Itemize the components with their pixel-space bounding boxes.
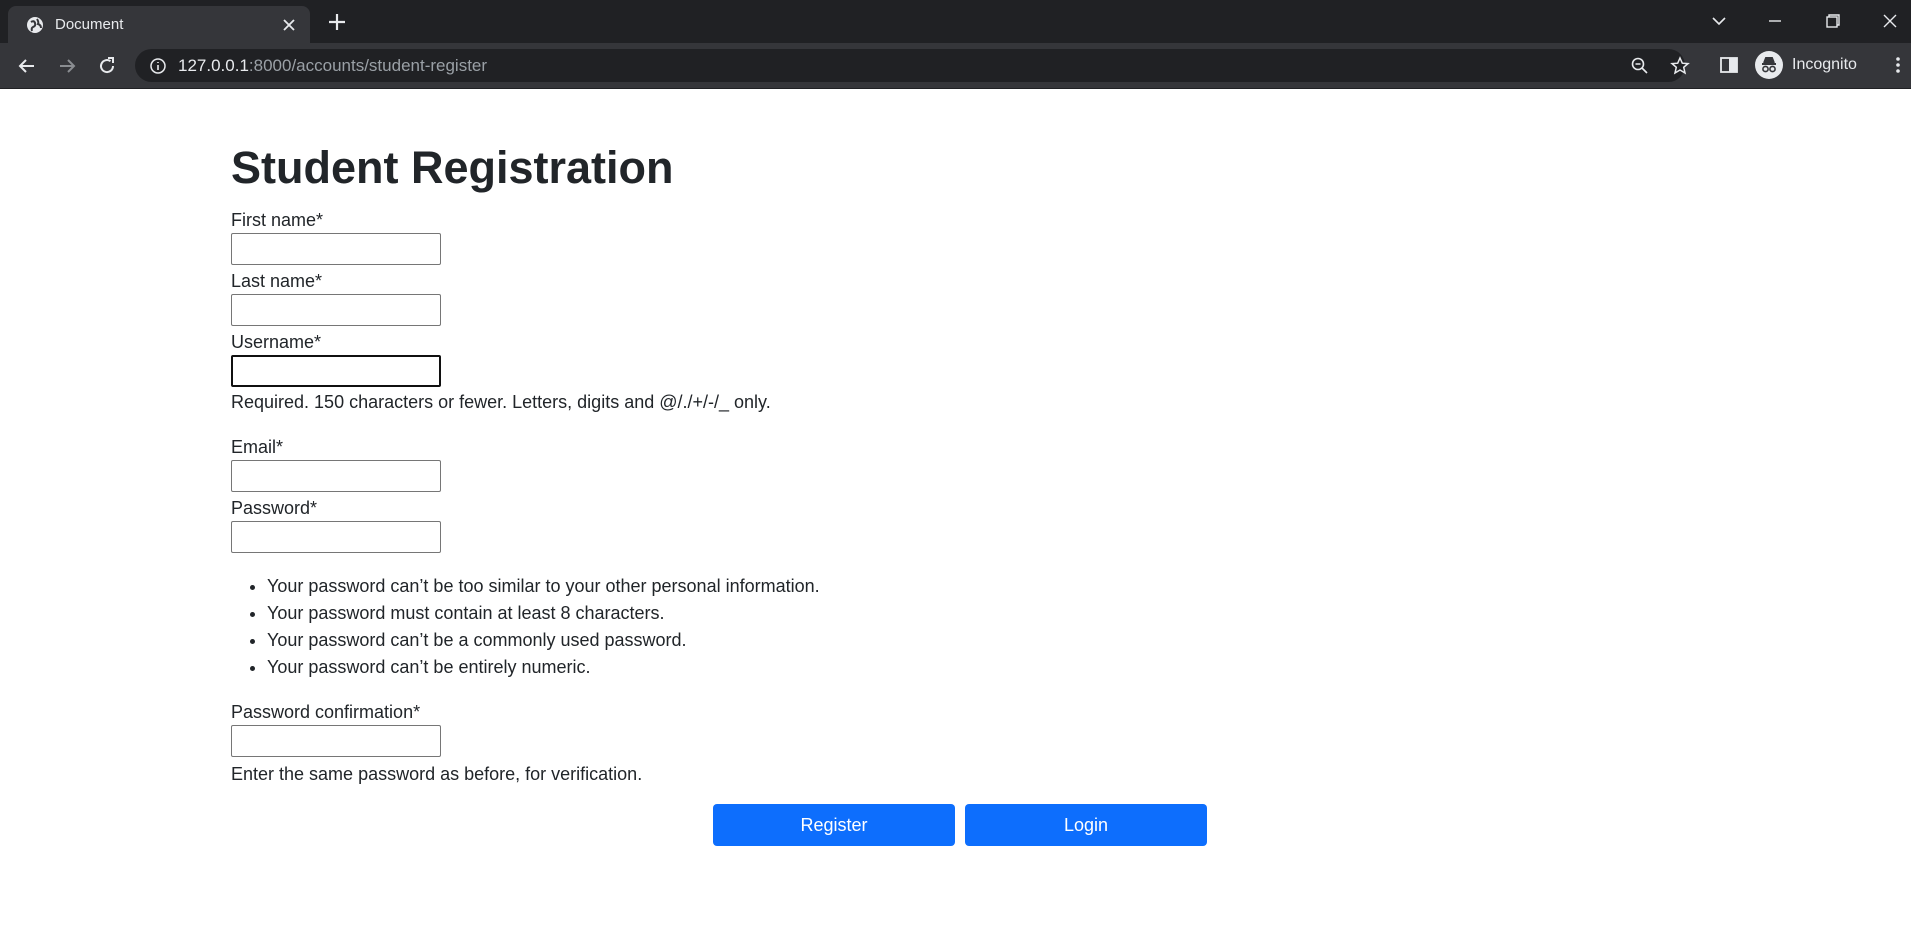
password-rule: Your password can’t be too similar to yo… bbox=[267, 573, 820, 600]
login-button[interactable]: Login bbox=[965, 804, 1207, 846]
globe-icon bbox=[27, 17, 43, 33]
password-rules-list: Your password can’t be too similar to yo… bbox=[231, 573, 820, 681]
email-input[interactable] bbox=[231, 460, 441, 492]
password-label: Password* bbox=[231, 498, 318, 518]
password-rule: Your password can’t be a commonly used p… bbox=[267, 627, 820, 654]
tab-strip: Document bbox=[0, 0, 1911, 43]
username-label: Username* bbox=[231, 332, 322, 352]
zoom-icon[interactable] bbox=[1630, 56, 1650, 76]
incognito-avatar[interactable] bbox=[1755, 51, 1783, 79]
password-input[interactable] bbox=[231, 521, 441, 553]
new-tab-icon[interactable] bbox=[326, 11, 348, 33]
password-rule: Your password can’t be entirely numeric. bbox=[267, 654, 820, 681]
side-panel-icon[interactable] bbox=[1717, 53, 1741, 77]
password-rule: Your password must contain at least 8 ch… bbox=[267, 600, 820, 627]
password-confirmation-label: Password confirmation* bbox=[231, 702, 421, 722]
minimize-icon[interactable] bbox=[1762, 8, 1788, 34]
first-name-input[interactable] bbox=[231, 233, 441, 265]
username-help-text: Required. 150 characters or fewer. Lette… bbox=[231, 392, 771, 412]
page-content: Student Registration First name* Last na… bbox=[0, 89, 1911, 941]
page-title: Student Registration bbox=[231, 142, 674, 193]
profile-label[interactable]: Incognito bbox=[1792, 56, 1857, 74]
browser-toolbar: 127.0.0.1:8000/accounts/student-register… bbox=[0, 43, 1911, 89]
tab-search-chevron-icon[interactable] bbox=[1706, 8, 1732, 34]
url-path: :8000/accounts/student-register bbox=[248, 56, 488, 75]
url-host: 127.0.0.1 bbox=[178, 56, 249, 75]
incognito-icon bbox=[1762, 57, 1776, 73]
first-name-label: First name* bbox=[231, 210, 324, 230]
restore-icon[interactable] bbox=[1820, 8, 1846, 34]
tab-document[interactable]: Document bbox=[8, 6, 310, 43]
star-icon[interactable] bbox=[1670, 56, 1690, 76]
register-button[interactable]: Register bbox=[713, 804, 955, 846]
site-info-icon[interactable] bbox=[149, 57, 167, 75]
close-window-icon[interactable] bbox=[1877, 8, 1903, 34]
address-url[interactable]: 127.0.0.1:8000/accounts/student-register bbox=[178, 56, 487, 76]
more-menu-icon[interactable] bbox=[1886, 53, 1910, 77]
tab-title: Document bbox=[55, 16, 124, 33]
back-arrow-icon[interactable] bbox=[14, 53, 40, 79]
close-tab-icon[interactable] bbox=[280, 16, 298, 34]
last-name-input[interactable] bbox=[231, 294, 441, 326]
password-confirmation-help-text: Enter the same password as before, for v… bbox=[231, 764, 643, 784]
reload-icon[interactable] bbox=[94, 53, 120, 79]
username-input[interactable] bbox=[231, 355, 441, 387]
email-label: Email* bbox=[231, 437, 284, 457]
last-name-label: Last name* bbox=[231, 271, 323, 291]
address-bar[interactable]: 127.0.0.1:8000/accounts/student-register bbox=[135, 49, 1690, 82]
password-confirmation-input[interactable] bbox=[231, 725, 441, 757]
forward-arrow-icon[interactable] bbox=[54, 53, 80, 79]
